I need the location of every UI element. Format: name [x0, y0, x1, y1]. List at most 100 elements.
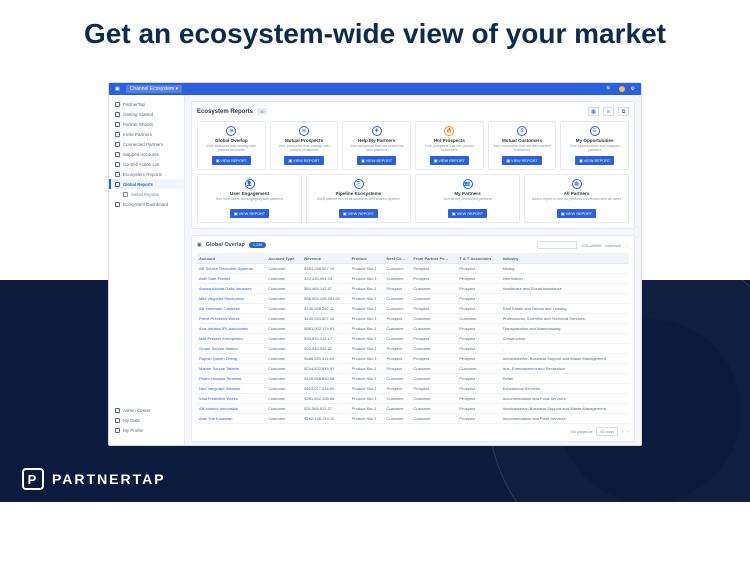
sidebar-item[interactable]: Partner Sheets	[109, 119, 184, 129]
cell: Customer	[266, 404, 302, 414]
sidebar-item[interactable]: Mapped Accounts	[109, 149, 184, 159]
account-link[interactable]: Scope Source Station	[197, 344, 266, 354]
sidebar-item[interactable]: Invite Partners	[109, 129, 184, 139]
view-report-button[interactable]: ▣ VIEW REPORT	[557, 209, 596, 218]
sidebar-item[interactable]: Ecosystem Reports	[109, 169, 184, 179]
list-view-button[interactable]: ≡	[603, 107, 614, 116]
cell: Prospect	[384, 344, 411, 354]
cell: Information	[501, 274, 629, 284]
cell: Prospect	[457, 334, 500, 344]
interface-label: Interface	[605, 243, 621, 248]
columns-button[interactable]: COLUMNS	[581, 243, 601, 248]
account-link[interactable]: Pedro Houssin Terminal	[197, 374, 266, 384]
account-link[interactable]: Mali Preserv Enterprises	[197, 334, 266, 344]
settings-icon[interactable]: ⚙	[631, 86, 635, 92]
report-card-title: My Opportunities	[564, 138, 625, 143]
page-size-select[interactable]: 50 rows	[596, 427, 618, 436]
view-report-button[interactable]: ▣ VIEW REPORT	[357, 156, 396, 165]
table-row: AB Indirect InnovationCustomer$91,589,81…	[197, 404, 629, 414]
view-report-button[interactable]: ▣ VIEW REPORT	[284, 156, 323, 165]
sidebar-subitem[interactable]: Global Reports	[109, 179, 184, 189]
account-link[interactable]: Marine Source Tablets	[197, 364, 266, 374]
view-report-button[interactable]: ▣ VIEW REPORT	[448, 209, 487, 218]
sidebar-bottom-item[interactable]: My Profile	[109, 425, 184, 435]
cell: Prospect	[457, 324, 500, 334]
cell: Customer	[266, 374, 302, 384]
account-link[interactable]: Vital Predictive Works	[197, 394, 266, 404]
nav-icon	[115, 112, 120, 117]
cell: Product Sku 1	[350, 274, 385, 284]
nav-icon	[115, 162, 120, 167]
account-link[interactable]: AB Source Resource Systems	[197, 264, 266, 274]
workspace-dropdown[interactable]: Channel Ecosystem ▾	[126, 85, 182, 93]
app-logo-icon: ▣	[115, 86, 120, 92]
account-link[interactable]: Axis Infralek IPL Associates	[197, 324, 266, 334]
sidebar-item[interactable]: Ecosystem Dashboard	[109, 199, 184, 209]
sidebar-bottom-item[interactable]: My Data	[109, 415, 184, 425]
view-report-button[interactable]: ▣ VIEW REPORT	[339, 209, 378, 218]
report-card-icon: ⊕	[226, 126, 236, 136]
account-link[interactable]: Adel Yue Kushwan	[197, 414, 266, 424]
table-row: Aurora Akshat Galla VenturesCustomer$64,…	[197, 284, 629, 294]
view-report-button[interactable]: ▣ VIEW REPORT	[430, 156, 469, 165]
pager-next-icon[interactable]: ›	[628, 429, 629, 434]
cell: $981,002,174.81	[302, 324, 349, 334]
sidebar-item[interactable]: Co-Sell Action List	[109, 159, 184, 169]
cell: Customer	[384, 274, 411, 284]
nav-icon	[115, 102, 120, 107]
cell: Arts, Entertainment and Recreation	[501, 364, 629, 374]
brand-logo-icon: P	[22, 468, 44, 490]
pager-prev-icon[interactable]: ‹	[622, 429, 623, 434]
avatar[interactable]	[619, 86, 625, 92]
account-link[interactable]: Rajesh Queen Zheng	[197, 354, 266, 364]
account-link[interactable]: Adel Safe Predict	[197, 274, 266, 284]
account-link[interactable]: Mild Vibgadra Electronics	[197, 294, 266, 304]
more-icon[interactable]: ⋮	[625, 243, 629, 248]
column-header[interactable]: T & T Associates	[457, 253, 500, 264]
column-header[interactable]: Next Co...	[384, 253, 411, 264]
sidebar-item[interactable]: Connected Partners	[109, 139, 184, 149]
view-report-button[interactable]: ▣ VIEW REPORT	[212, 156, 251, 165]
report-card: ☰My OpportunitiesYour opportunities with…	[560, 121, 629, 170]
cell: Prospect	[384, 284, 411, 294]
column-header[interactable]: Account	[197, 253, 266, 264]
grid-view-button[interactable]: ▦	[588, 107, 599, 116]
sidebar-bottom-item[interactable]: Admin Center	[109, 405, 184, 415]
column-header[interactable]: Industry	[501, 253, 629, 264]
cell: Prospect	[384, 314, 411, 324]
cell: Mining	[501, 264, 629, 274]
column-header[interactable]: Product	[350, 253, 385, 264]
reports-title: Ecosystem Reports	[197, 109, 253, 115]
column-header[interactable]: Revenue	[302, 253, 349, 264]
account-link[interactable]: Aurora Akshat Galla Ventures	[197, 284, 266, 294]
copy-button[interactable]: ⧉	[618, 107, 629, 116]
report-card-desc: Your prospects that are partner customer…	[419, 144, 480, 153]
cell: $91,589,812.37	[302, 404, 349, 414]
account-link[interactable]: Neo Vanguard Viewess	[197, 384, 266, 394]
cell: Administrative, Business Support and Was…	[501, 354, 629, 364]
cell: Healthcare and Social Assistance	[501, 284, 629, 294]
table-title: Global Overlap	[206, 242, 245, 248]
column-header[interactable]: From Partner Pe...	[411, 253, 457, 264]
account-link[interactable]: AB Intramark Captures	[197, 304, 266, 314]
sidebar-item[interactable]: Getting Started	[109, 109, 184, 119]
column-header[interactable]: Account Type	[266, 253, 302, 264]
cell: Retail	[501, 374, 629, 384]
cell: Customer	[266, 394, 302, 404]
cell: $353,248,527.19	[302, 264, 349, 274]
sidebar-item[interactable]: PartnerTap	[109, 99, 184, 109]
cell: Prospect	[457, 264, 500, 274]
view-report-button[interactable]: ▣ VIEW REPORT	[230, 209, 269, 218]
account-link[interactable]: Preve Preskens Works	[197, 314, 266, 324]
view-report-button[interactable]: ▣ VIEW REPORT	[575, 156, 614, 165]
table-row-count: 1,234	[249, 242, 267, 248]
main-content: Ecosystem Reports 10 ▦ ≡ ⧉ ⊕Global Overl…	[185, 95, 641, 445]
report-card-icon: 🔥	[444, 126, 454, 136]
nav-icon	[123, 192, 128, 197]
account-link[interactable]: AB Indirect Innovation	[197, 404, 266, 414]
view-report-button[interactable]: ▣ VIEW REPORT	[502, 156, 541, 165]
sidebar-subitem[interactable]: Saved Reports	[109, 189, 184, 199]
table-row: Rajesh Queen ZhengCustomer$486,520,411.8…	[197, 354, 629, 364]
search-icon[interactable]: 🔍	[606, 86, 612, 92]
table-search-input[interactable]	[537, 241, 577, 249]
